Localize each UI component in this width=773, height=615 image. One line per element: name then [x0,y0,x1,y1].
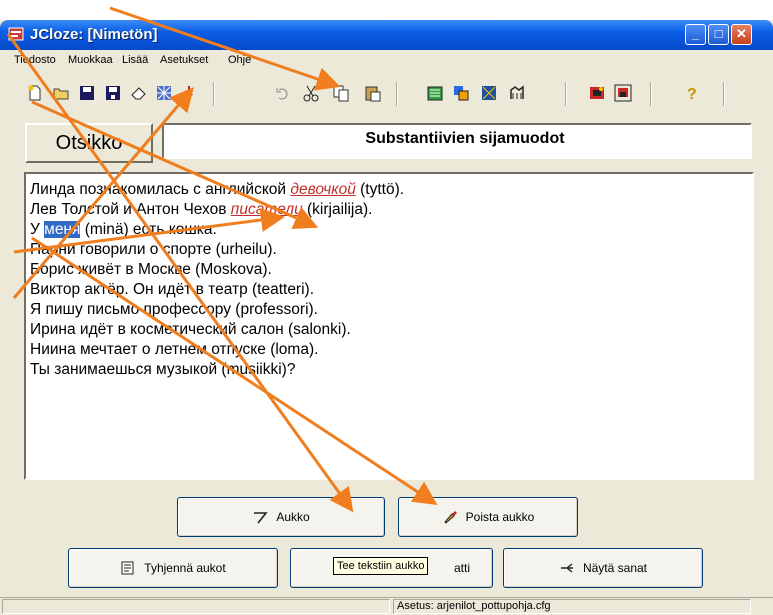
exercise-text-area[interactable]: Линда познакомилась с английской девочко… [24,172,754,480]
cut-icon[interactable] [302,84,320,102]
text-line: Ты занимаешься музыкой (musiikki)? [30,361,296,378]
show-words-icon [560,563,573,573]
arrow-down-icon[interactable] [180,84,198,102]
menu-asetukset[interactable]: Asetukset [160,54,208,66]
clear-gaps-icon [121,561,134,575]
add-gap-icon[interactable] [426,84,444,102]
text-line: У меня (minä) есть кошка. [30,221,217,238]
export-frames-icon[interactable] [480,84,498,102]
paste-icon[interactable] [364,84,382,102]
svg-text:?: ? [687,86,697,102]
text-line: Виктор актёр. Он идёт в театр (teatteri)… [30,281,315,298]
text-line: Парни говорили о спорте (urheilu). [30,241,277,258]
status-panel-left [2,599,390,614]
minimize-button[interactable]: _ [685,24,706,45]
gap-marker-icon [254,512,268,524]
gap-word: писатели [230,201,303,218]
text-line: Линда познакомилась с английской девочко… [30,181,405,198]
reader-icon[interactable] [588,84,606,102]
menu-tiedosto[interactable]: Tiedosto [14,54,56,66]
menu-muokkaa[interactable]: Muokkaa [68,54,113,66]
copy-icon[interactable] [332,84,350,102]
tyhjenna-aukot-label: Tyhjennä aukot [144,561,226,575]
export-icon[interactable] [452,84,470,102]
aukko-label: Aukko [276,510,310,524]
window-title: JCloze: [Nimetön] [30,26,158,43]
export-drag-icon[interactable] [508,84,526,102]
text-line: Я пишу письмо профессору (professori). [30,301,318,318]
menu-lisaa[interactable]: Lisää [122,54,148,66]
app-icon [8,27,24,41]
config-icon[interactable] [614,84,632,102]
middle-button-label: atti [453,561,470,575]
web-export-icon[interactable] [155,84,173,102]
maximize-button[interactable]: □ [708,24,729,45]
selected-word: меня [44,221,81,238]
tyhjenna-aukot-button[interactable]: Tyhjennä aukot [68,548,278,588]
app-window: JCloze: [Nimetön] _ □ ✕ Tiedosto Muokkaa… [0,0,773,615]
status-config: Asetus: arjenilot_pottupohja.cfg [393,599,751,614]
poista-aukko-label: Poista aukko [465,510,535,524]
help-icon[interactable]: ? [682,84,700,102]
save-as-icon[interactable] [104,84,122,102]
top-strip [0,0,773,20]
text-line: Борис живёт в Москве (Moskova). [30,261,272,278]
brush-icon [443,511,457,524]
otsikko-label: Otsikko [25,123,153,163]
new-icon[interactable] [26,84,44,102]
aukko-button[interactable]: Aukko [177,497,385,537]
eraser-icon[interactable] [130,84,148,102]
text-line: Лев Толстой и Антон Чехов писатели (kirj… [30,201,373,218]
status-bar: Asetus: arjenilot_pottupohja.cfg [0,597,773,615]
open-icon[interactable] [52,84,70,102]
save-icon[interactable] [78,84,96,102]
toolbar: ? [0,72,773,118]
nayta-sanat-label: Näytä sanat [582,561,648,575]
menu-ohje[interactable]: Ohje [228,54,251,66]
undo-icon[interactable] [274,84,292,102]
poista-aukko-button[interactable]: Poista aukko [398,497,578,537]
tooltip: Tee tekstiin aukko [333,557,429,575]
title-bar[interactable]: JCloze: [Nimetön] _ □ ✕ [0,20,773,50]
gap-word: девочкой [290,181,356,198]
text-line: Ниина мечтает о летнем отпуске (loma). [30,341,319,358]
nayta-sanat-button[interactable]: Näytä sanat [503,548,703,588]
exercise-title-field[interactable]: Substantiivien sijamuodot [162,123,752,159]
menu-bar: Tiedosto Muokkaa Lisää Asetukset Ohje [0,50,773,70]
close-button[interactable]: ✕ [731,24,752,45]
text-line: Ирина идёт в косметический салон (salonk… [30,321,351,338]
